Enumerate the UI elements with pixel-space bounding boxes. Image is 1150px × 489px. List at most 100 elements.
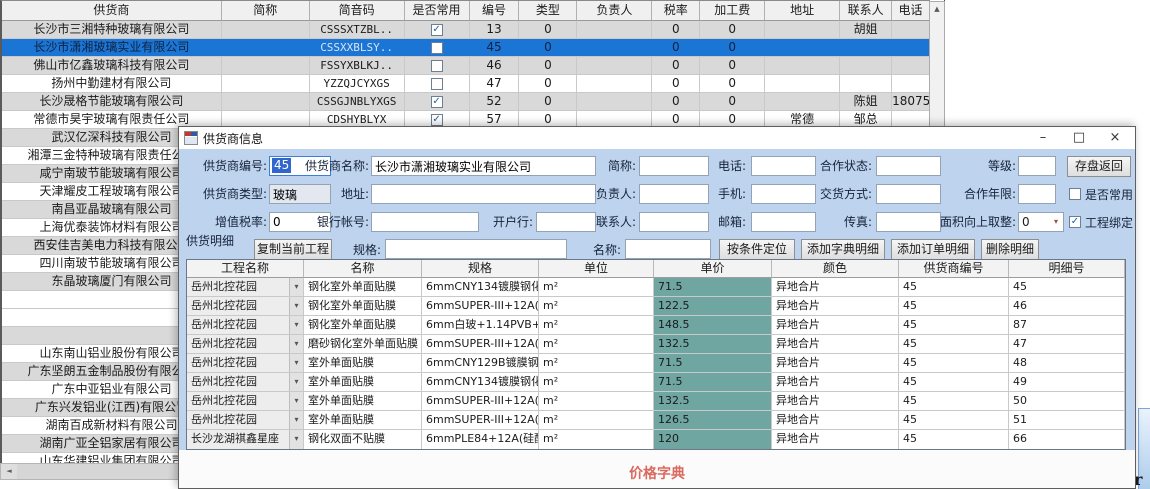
add-order-detail-button[interactable]: 添加订单明细 (891, 239, 975, 260)
is-common-checkbox-row[interactable]: 是否常用 (1069, 186, 1133, 202)
column-header[interactable]: 加工费 (700, 1, 765, 21)
minimize-button[interactable]: – (1025, 127, 1061, 149)
project-combobox[interactable]: 岳州北控花园▾ (187, 297, 304, 315)
cell-supplier_no: 45 (899, 335, 1009, 353)
chevron-down-icon[interactable]: ▾ (289, 278, 303, 296)
detail-row[interactable]: 岳州北控花园▾钢化室外单面贴膜6mm白玻+1.14PVB+6mm...m²148… (187, 316, 1125, 335)
chevron-down-icon[interactable]: ▾ (289, 297, 303, 315)
column-header[interactable]: 供货商 (2, 1, 222, 21)
chevron-down-icon[interactable]: ▾ (289, 354, 303, 372)
address-field[interactable] (371, 184, 596, 204)
detail-column-header[interactable]: 单价 (654, 260, 772, 278)
cell-color: 异地合片 (772, 430, 899, 449)
save-return-button[interactable]: 存盘返回 (1067, 156, 1131, 177)
scroll-left-icon[interactable]: ◄ (1, 464, 17, 479)
cell-name: 室外单面贴膜 (304, 392, 422, 410)
area-round-up-combobox[interactable]: 0 ▾ (1018, 212, 1064, 232)
column-header[interactable]: 电话 (892, 1, 930, 21)
cell-detail_no: 66 (1009, 430, 1125, 449)
project-combobox[interactable]: 岳州北控花园▾ (187, 278, 304, 296)
project-combobox[interactable]: 岳州北控花园▾ (187, 354, 304, 372)
chevron-down-icon[interactable]: ▾ (289, 411, 303, 429)
column-header[interactable]: 联系人 (840, 1, 892, 21)
chevron-down-icon[interactable]: ▾ (289, 392, 303, 410)
detail-row[interactable]: 岳州北控花园▾室外单面贴膜6mmCNY129B镀膜钢化m²71.5异地合片454… (187, 354, 1125, 373)
detail-column-header[interactable]: 工程名称 (187, 260, 304, 278)
project-binding-checkbox[interactable] (1069, 216, 1081, 228)
add-dict-detail-button[interactable]: 添加字典明细 (801, 239, 885, 260)
column-header[interactable]: 简称 (222, 1, 310, 21)
name-filter-field[interactable] (625, 239, 711, 259)
common-checkbox[interactable] (431, 114, 443, 126)
maximize-button[interactable]: □ (1061, 127, 1097, 149)
detail-row[interactable]: 岳州北控花园▾室外单面贴膜6mmSUPER-III+12A(硅...m²126.… (187, 411, 1125, 430)
detail-row[interactable]: 长沙龙湖祺鑫星座▾钢化双面不贴膜6mmPLE84+12A(硅酮胶...m²120… (187, 430, 1125, 449)
supplier-row[interactable]: 佛山市亿鑫玻璃科技有限公司FSSYXBLKJ..46000 (2, 57, 930, 75)
column-header[interactable]: 类型 (519, 1, 577, 21)
detail-column-header[interactable]: 供货商编号 (899, 260, 1009, 278)
column-header[interactable]: 是否常用 (405, 1, 470, 21)
delete-detail-button[interactable]: 删除明细 (981, 239, 1039, 260)
spec-filter-field[interactable] (385, 239, 567, 259)
grade-field[interactable] (1018, 156, 1056, 176)
detail-row[interactable]: 岳州北控花园▾钢化室外单面贴膜6mmSUPER-III+12A(硅...m²12… (187, 297, 1125, 316)
scroll-up-icon[interactable]: ▲ (930, 2, 944, 17)
common-checkbox[interactable] (431, 78, 443, 90)
column-header[interactable]: 编号 (470, 1, 520, 21)
detail-column-header[interactable]: 明细号 (1009, 260, 1125, 278)
supplier-row[interactable]: 长沙市潇湘玻璃实业有限公司CSSXXBLSY..45000 (2, 39, 930, 57)
detail-row[interactable]: 岳州北控花园▾室外单面贴膜6mmCNY134镀膜钢化m²71.5异地合片4549 (187, 373, 1125, 392)
column-header[interactable]: 地址 (765, 1, 840, 21)
supplier-row[interactable]: 扬州中勤建材有限公司YZZQJCYXGS47000 (2, 75, 930, 93)
common-checkbox[interactable] (431, 60, 443, 72)
bank-account-label: 银行帐号: (283, 213, 369, 231)
chevron-down-icon[interactable]: ▾ (289, 373, 303, 391)
supplier-name-field[interactable] (371, 156, 596, 176)
cell-code: CSSXXBLSY.. (310, 39, 405, 56)
common-checkbox[interactable] (431, 24, 443, 36)
supplier-table-header: 供货商简称简音码是否常用编号类型负责人税率加工费地址联系人电话 (2, 1, 930, 21)
project-combobox[interactable]: 岳州北控花园▾ (187, 373, 304, 391)
cell-tax: 0 (652, 21, 700, 38)
cell-price: 148.5 (654, 316, 772, 334)
detail-column-header[interactable]: 单位 (539, 260, 654, 278)
cell-contact (840, 75, 892, 92)
column-header[interactable]: 负责人 (577, 1, 652, 21)
detail-column-header[interactable]: 颜色 (772, 260, 899, 278)
cell-spec: 6mm白玻+1.14PVB+6mm... (422, 316, 539, 334)
is-common-checkbox[interactable] (1069, 188, 1081, 200)
cell-tax: 0 (652, 93, 700, 110)
column-header[interactable]: 税率 (652, 1, 700, 21)
cell-code: YZZQJCYXGS (310, 75, 405, 92)
locate-by-condition-button[interactable]: 按条件定位 (719, 239, 795, 260)
column-header[interactable]: 简音码 (310, 1, 405, 21)
chevron-down-icon[interactable]: ▾ (289, 316, 303, 334)
common-checkbox[interactable] (431, 42, 443, 54)
project-combobox[interactable]: 岳州北控花园▾ (187, 411, 304, 429)
project-combobox[interactable]: 长沙龙湖祺鑫星座▾ (187, 430, 304, 449)
cell-unit: m² (539, 411, 654, 429)
detail-row[interactable]: 岳州北控花园▾钢化室外单面贴膜6mmCNY134镀膜钢化m²71.5异地合片45… (187, 278, 1125, 297)
bank-account-field[interactable] (371, 212, 479, 232)
chevron-down-icon[interactable]: ▾ (289, 335, 303, 353)
project-combobox[interactable]: 岳州北控花园▾ (187, 335, 304, 353)
supplier-row[interactable]: 长沙市三湘特种玻璃有限公司CSSSXTZBL..13000胡姐 (2, 21, 930, 39)
cell-spec: 6mmSUPER-III+12A(硅... (422, 392, 539, 410)
cell-unit: m² (539, 316, 654, 334)
project-combobox[interactable]: 岳州北控花园▾ (187, 392, 304, 410)
detail-column-header[interactable]: 规格 (422, 260, 539, 278)
chevron-down-icon[interactable]: ▾ (289, 430, 303, 449)
supplier-row[interactable]: 长沙晟格节能玻璃有限公司CSSGJNBLYXGS52000陈姐180751 (2, 93, 930, 111)
coop-years-field[interactable] (1018, 184, 1056, 204)
cell-contact: 陈姐 (840, 93, 892, 110)
detail-row[interactable]: 岳州北控花园▾磨砂钢化室外单面贴膜6mmSUPER-III+12A(硅...m²… (187, 335, 1125, 354)
detail-column-header[interactable]: 名称 (304, 260, 422, 278)
close-button[interactable]: × (1097, 127, 1133, 149)
project-combobox[interactable]: 岳州北控花园▾ (187, 316, 304, 334)
cell-price: 120 (654, 430, 772, 449)
detail-row[interactable]: 岳州北控花园▾室外单面贴膜6mmSUPER-III+12A(硅...m²132.… (187, 392, 1125, 411)
copy-current-project-button[interactable]: 复制当前工程 (254, 239, 332, 260)
common-checkbox[interactable] (431, 96, 443, 108)
project-binding-checkbox-row[interactable]: 工程绑定 (1069, 214, 1133, 230)
cell-price: 132.5 (654, 335, 772, 353)
